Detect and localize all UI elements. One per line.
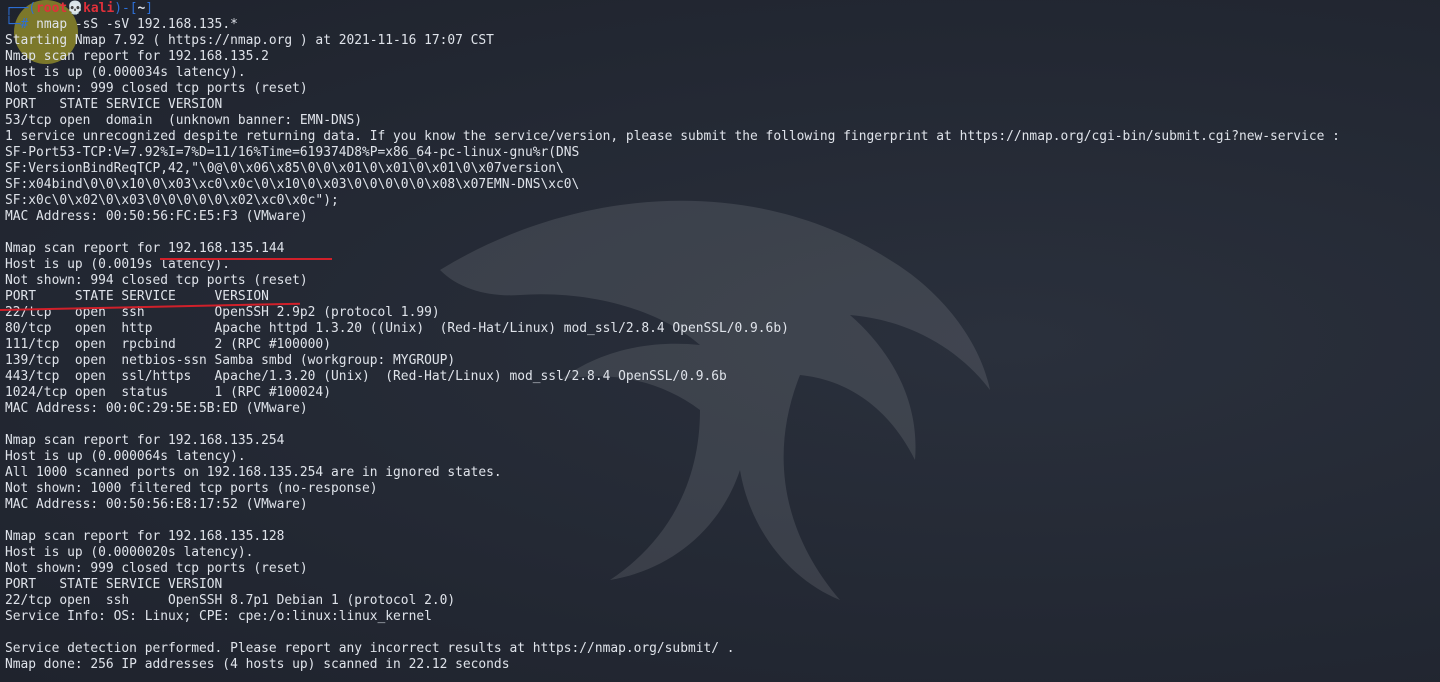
output-line: SF:VersionBindReqTCP,42,"\0@\0\x06\x85\0…	[5, 161, 564, 176]
annotation-underline-ip	[160, 258, 332, 260]
output-line: Not shown: 999 closed tcp ports (reset)	[5, 81, 308, 96]
prompt-close: )-[	[114, 1, 138, 16]
prompt-end: ]	[145, 1, 154, 16]
output-line: 80/tcp open http Apache httpd 1.3.20 ((U…	[5, 321, 789, 336]
prompt-user: root	[36, 1, 68, 16]
output-line: All 1000 scanned ports on 192.168.135.25…	[5, 465, 502, 480]
prompt-header: ┌──(root💀kali)-[~]	[5, 1, 1440, 17]
output-line: 22/tcp open ssh OpenSSH 2.9p2 (protocol …	[5, 305, 440, 320]
output-line: 1024/tcp open status 1 (RPC #100024)	[5, 385, 331, 400]
output-line: 443/tcp open ssl/https Apache/1.3.20 (Un…	[5, 369, 727, 384]
skull-icon: 💀	[67, 1, 84, 16]
output-line: SF-Port53-TCP:V=7.92%I=7%D=11/16%Time=61…	[5, 145, 580, 160]
output-line: SF:x0c\0\x02\0\x03\0\0\0\0\0\x02\xc0\x0c…	[5, 193, 339, 208]
output-line: Nmap scan report for 192.168.135.144	[5, 241, 285, 256]
output-line: PORT STATE SERVICE VERSION	[5, 577, 223, 592]
output-line: 139/tcp open netbios-ssn Samba smbd (wor…	[5, 353, 456, 368]
prompt-host: kali	[83, 1, 115, 16]
prompt-open: ┌──(	[5, 1, 37, 16]
output-line: MAC Address: 00:50:56:E8:17:52 (VMware)	[5, 497, 308, 512]
terminal-output: ┌──(root💀kali)-[~] └─# nmap -sS -sV 192.…	[5, 1, 1440, 682]
output-line: Nmap done: 256 IP addresses (4 hosts up)…	[5, 657, 510, 672]
command-text: nmap -sS -sV 192.168.135.*	[36, 17, 238, 32]
output-line: MAC Address: 00:0C:29:5E:5B:ED (VMware)	[5, 401, 308, 416]
output-line: Not shown: 994 closed tcp ports (reset)	[5, 273, 308, 288]
output-line: Service Info: OS: Linux; CPE: cpe:/o:lin…	[5, 609, 432, 624]
output-line: Nmap scan report for 192.168.135.128	[5, 529, 285, 544]
output-line: Nmap scan report for 192.168.135.2	[5, 49, 269, 64]
output-line: PORT STATE SERVICE VERSION	[5, 289, 269, 304]
output-line: Host is up (0.000064s latency).	[5, 449, 246, 464]
output-line: 1 service unrecognized despite returning…	[5, 129, 1340, 144]
output-line: 22/tcp open ssh OpenSSH 8.7p1 Debian 1 (…	[5, 593, 456, 608]
output-line: PORT STATE SERVICE VERSION	[5, 97, 223, 112]
output-line: Service detection performed. Please repo…	[5, 641, 735, 656]
output-line: Starting Nmap 7.92 ( https://nmap.org ) …	[5, 33, 494, 48]
output-line: 53/tcp open domain (unknown banner: EMN-…	[5, 113, 362, 128]
output-line: Not shown: 1000 filtered tcp ports (no-r…	[5, 481, 378, 496]
output-line: MAC Address: 00:50:56:FC:E5:F3 (VMware)	[5, 209, 308, 224]
output-line: SF:x04bind\0\0\x10\0\x03\xc0\x0c\0\x10\0…	[5, 177, 580, 192]
prompt-corner: └─	[5, 17, 21, 32]
output-line: Nmap scan report for 192.168.135.254	[5, 433, 285, 448]
command-line[interactable]: └─# nmap -sS -sV 192.168.135.*	[5, 17, 1440, 33]
terminal-window[interactable]: ┌──(root💀kali)-[~] └─# nmap -sS -sV 192.…	[0, 0, 1440, 682]
prompt-hash: #	[20, 17, 37, 32]
output-line: Host is up (0.0000020s latency).	[5, 545, 254, 560]
output-line: 111/tcp open rpcbind 2 (RPC #100000)	[5, 337, 331, 352]
output-line: Host is up (0.000034s latency).	[5, 65, 246, 80]
output-line: Not shown: 999 closed tcp ports (reset)	[5, 561, 308, 576]
